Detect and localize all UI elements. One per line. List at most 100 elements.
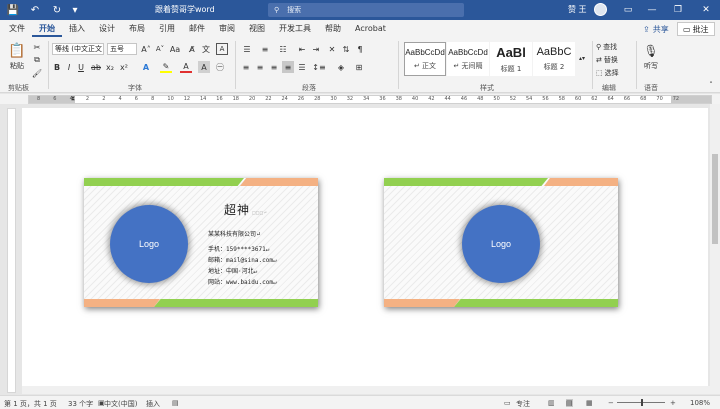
tab-mailings[interactable]: 邮件 — [182, 20, 212, 37]
print-layout-icon[interactable]: ▤ — [566, 399, 573, 407]
maximize-button[interactable]: ❐ — [666, 0, 690, 20]
align-center-icon[interactable]: ≡ — [254, 61, 266, 73]
underline-icon[interactable]: U — [76, 61, 86, 73]
status-words[interactable]: 33 个字 — [68, 399, 93, 409]
subscript-icon[interactable]: x₂ — [104, 61, 116, 73]
close-button[interactable]: ✕ — [694, 0, 718, 20]
copy-icon[interactable]: ⧉ — [32, 55, 42, 65]
scrollbar-thumb[interactable] — [712, 154, 718, 244]
status-page[interactable]: 第 1 页，共 1 页 — [4, 399, 57, 409]
ribbon-display-icon[interactable]: ▭ — [616, 0, 640, 20]
bullets-icon[interactable]: ☰ — [240, 43, 254, 55]
tab-review[interactable]: 审阅 — [212, 20, 242, 37]
status-zoom[interactable]: 108% — [690, 399, 710, 407]
tab-view[interactable]: 视图 — [242, 20, 272, 37]
vertical-scrollbar[interactable] — [710, 104, 720, 394]
char-shading-icon[interactable]: A — [198, 61, 210, 73]
vertical-ruler[interactable] — [7, 108, 16, 393]
enclose-char-icon[interactable]: ㊀ — [214, 61, 226, 73]
font-color-icon[interactable]: A — [180, 61, 192, 73]
voice-group-label: 语音 — [644, 84, 658, 92]
font-size-select[interactable]: 五号 — [107, 43, 137, 55]
style-heading2[interactable]: AaBbC 标题 2 — [533, 42, 575, 76]
tab-home[interactable]: 开始 — [32, 20, 62, 37]
shading-icon[interactable]: ◈ — [334, 61, 348, 73]
macro-icon[interactable]: ▤ — [172, 399, 179, 407]
tab-design[interactable]: 设计 — [92, 20, 122, 37]
minimize-button[interactable]: — — [640, 0, 664, 20]
style-normal[interactable]: AaBbCcDd ↵ 正文 — [404, 42, 446, 76]
tab-references[interactable]: 引用 — [152, 20, 182, 37]
indent-marker-icon[interactable]: ⧗ — [70, 94, 76, 104]
undo-icon[interactable]: ↶ — [26, 0, 44, 20]
status-insert-mode[interactable]: 插入 — [146, 399, 160, 409]
tab-acrobat[interactable]: Acrobat — [348, 20, 393, 37]
format-painter-icon[interactable]: 🖌 — [32, 68, 42, 78]
read-mode-icon[interactable]: ▥ — [548, 399, 555, 407]
web-layout-icon[interactable]: ▦ — [586, 399, 593, 407]
paste-icon[interactable]: 📋 — [8, 41, 26, 61]
font-name-select[interactable]: 等线 (中文正文 — [52, 43, 104, 55]
phonetic-icon[interactable]: 文 — [200, 43, 212, 55]
save-icon[interactable]: 💾 — [4, 0, 22, 20]
status-focus[interactable]: 专注 — [516, 399, 530, 409]
zoom-in-icon[interactable]: + — [670, 399, 676, 407]
replace-button[interactable]: ⇄ 替换 — [596, 54, 632, 65]
char-border-icon[interactable]: A — [216, 43, 228, 55]
find-button[interactable]: ⚲ 查找 — [596, 41, 632, 52]
tab-developer[interactable]: 开发工具 — [272, 20, 318, 37]
dictate-label[interactable]: 听写 — [640, 61, 662, 71]
show-marks-icon[interactable]: ¶ — [354, 43, 366, 55]
justify-icon[interactable]: ≡ — [282, 61, 294, 73]
tab-help[interactable]: 帮助 — [318, 20, 348, 37]
microphone-icon[interactable]: 🎙 — [643, 43, 658, 59]
chinese-layout-icon[interactable]: ✕ — [326, 43, 338, 55]
select-button[interactable]: ⬚ 选择 — [596, 67, 632, 78]
increase-indent-icon[interactable]: ⇥ — [310, 43, 322, 55]
tab-insert[interactable]: 插入 — [62, 20, 92, 37]
tab-layout[interactable]: 布局 — [122, 20, 152, 37]
clear-format-icon[interactable]: A̸ — [186, 43, 198, 55]
distributed-icon[interactable]: ☰ — [296, 61, 308, 73]
italic-icon[interactable]: I — [64, 61, 74, 73]
borders-icon[interactable]: ⊞ — [352, 61, 366, 73]
align-right-icon[interactable]: ≡ — [268, 61, 280, 73]
grow-font-icon[interactable]: A˄ — [140, 43, 152, 55]
horizontal-scrollbar[interactable] — [22, 386, 710, 394]
search-box[interactable]: ⚲ 搜索 — [268, 3, 464, 17]
strikethrough-icon[interactable]: ab — [90, 61, 102, 73]
paste-label[interactable]: 粘贴 — [6, 61, 28, 71]
style-heading1[interactable]: AaBl 标题 1 — [490, 42, 532, 76]
card-top-green-bar — [84, 178, 244, 186]
user-avatar[interactable] — [594, 3, 607, 16]
text-effects-icon[interactable]: A — [140, 61, 152, 73]
business-card-back[interactable]: Logo — [384, 178, 618, 307]
multilevel-list-icon[interactable]: ☷ — [276, 43, 290, 55]
line-spacing-icon[interactable]: ↕≡ — [312, 61, 326, 73]
styles-more-icon[interactable]: ▴▾ — [578, 43, 586, 73]
quick-access-dropdown-icon[interactable]: ▾ — [66, 0, 84, 20]
numbering-icon[interactable]: ≡ — [258, 43, 272, 55]
collapse-ribbon-icon[interactable]: ˄ — [706, 81, 716, 89]
status-language[interactable]: 中文(中国) — [104, 399, 137, 409]
highlight-icon[interactable]: ✎ — [160, 61, 172, 73]
focus-icon[interactable]: ▭ — [504, 399, 511, 407]
redo-icon[interactable]: ↻ — [48, 0, 66, 20]
user-name[interactable]: 赞 王 — [568, 4, 587, 15]
decrease-indent-icon[interactable]: ⇤ — [296, 43, 308, 55]
bold-icon[interactable]: B — [52, 61, 62, 73]
zoom-slider-knob[interactable] — [641, 399, 643, 406]
horizontal-ruler[interactable]: 8 6 4 2 2 4 6 8 10 12 14 16 18 20 22 24 26 28 30 32 34 36 38 40… — [0, 94, 720, 104]
cut-icon[interactable]: ✂ — [32, 42, 42, 52]
superscript-icon[interactable]: x² — [118, 61, 130, 73]
tab-file[interactable]: 文件 — [2, 20, 32, 37]
shrink-font-icon[interactable]: A˅ — [154, 43, 166, 55]
business-card-front[interactable]: Logo 超神 □□□↵ 某某科技有限公司↵ 手机：159****3671↵ 邮箱… — [84, 178, 318, 307]
comment-button[interactable]: ▭ 批注 — [677, 22, 715, 36]
share-button[interactable]: ⇪ 共享 — [637, 22, 675, 36]
change-case-icon[interactable]: Aa — [168, 43, 182, 55]
zoom-out-icon[interactable]: − — [608, 399, 614, 407]
style-no-spacing[interactable]: AaBbCcDd ↵ 无间隔 — [447, 42, 489, 76]
sort-icon[interactable]: ⇅ — [340, 43, 352, 55]
align-left-icon[interactable]: ≡ — [240, 61, 252, 73]
